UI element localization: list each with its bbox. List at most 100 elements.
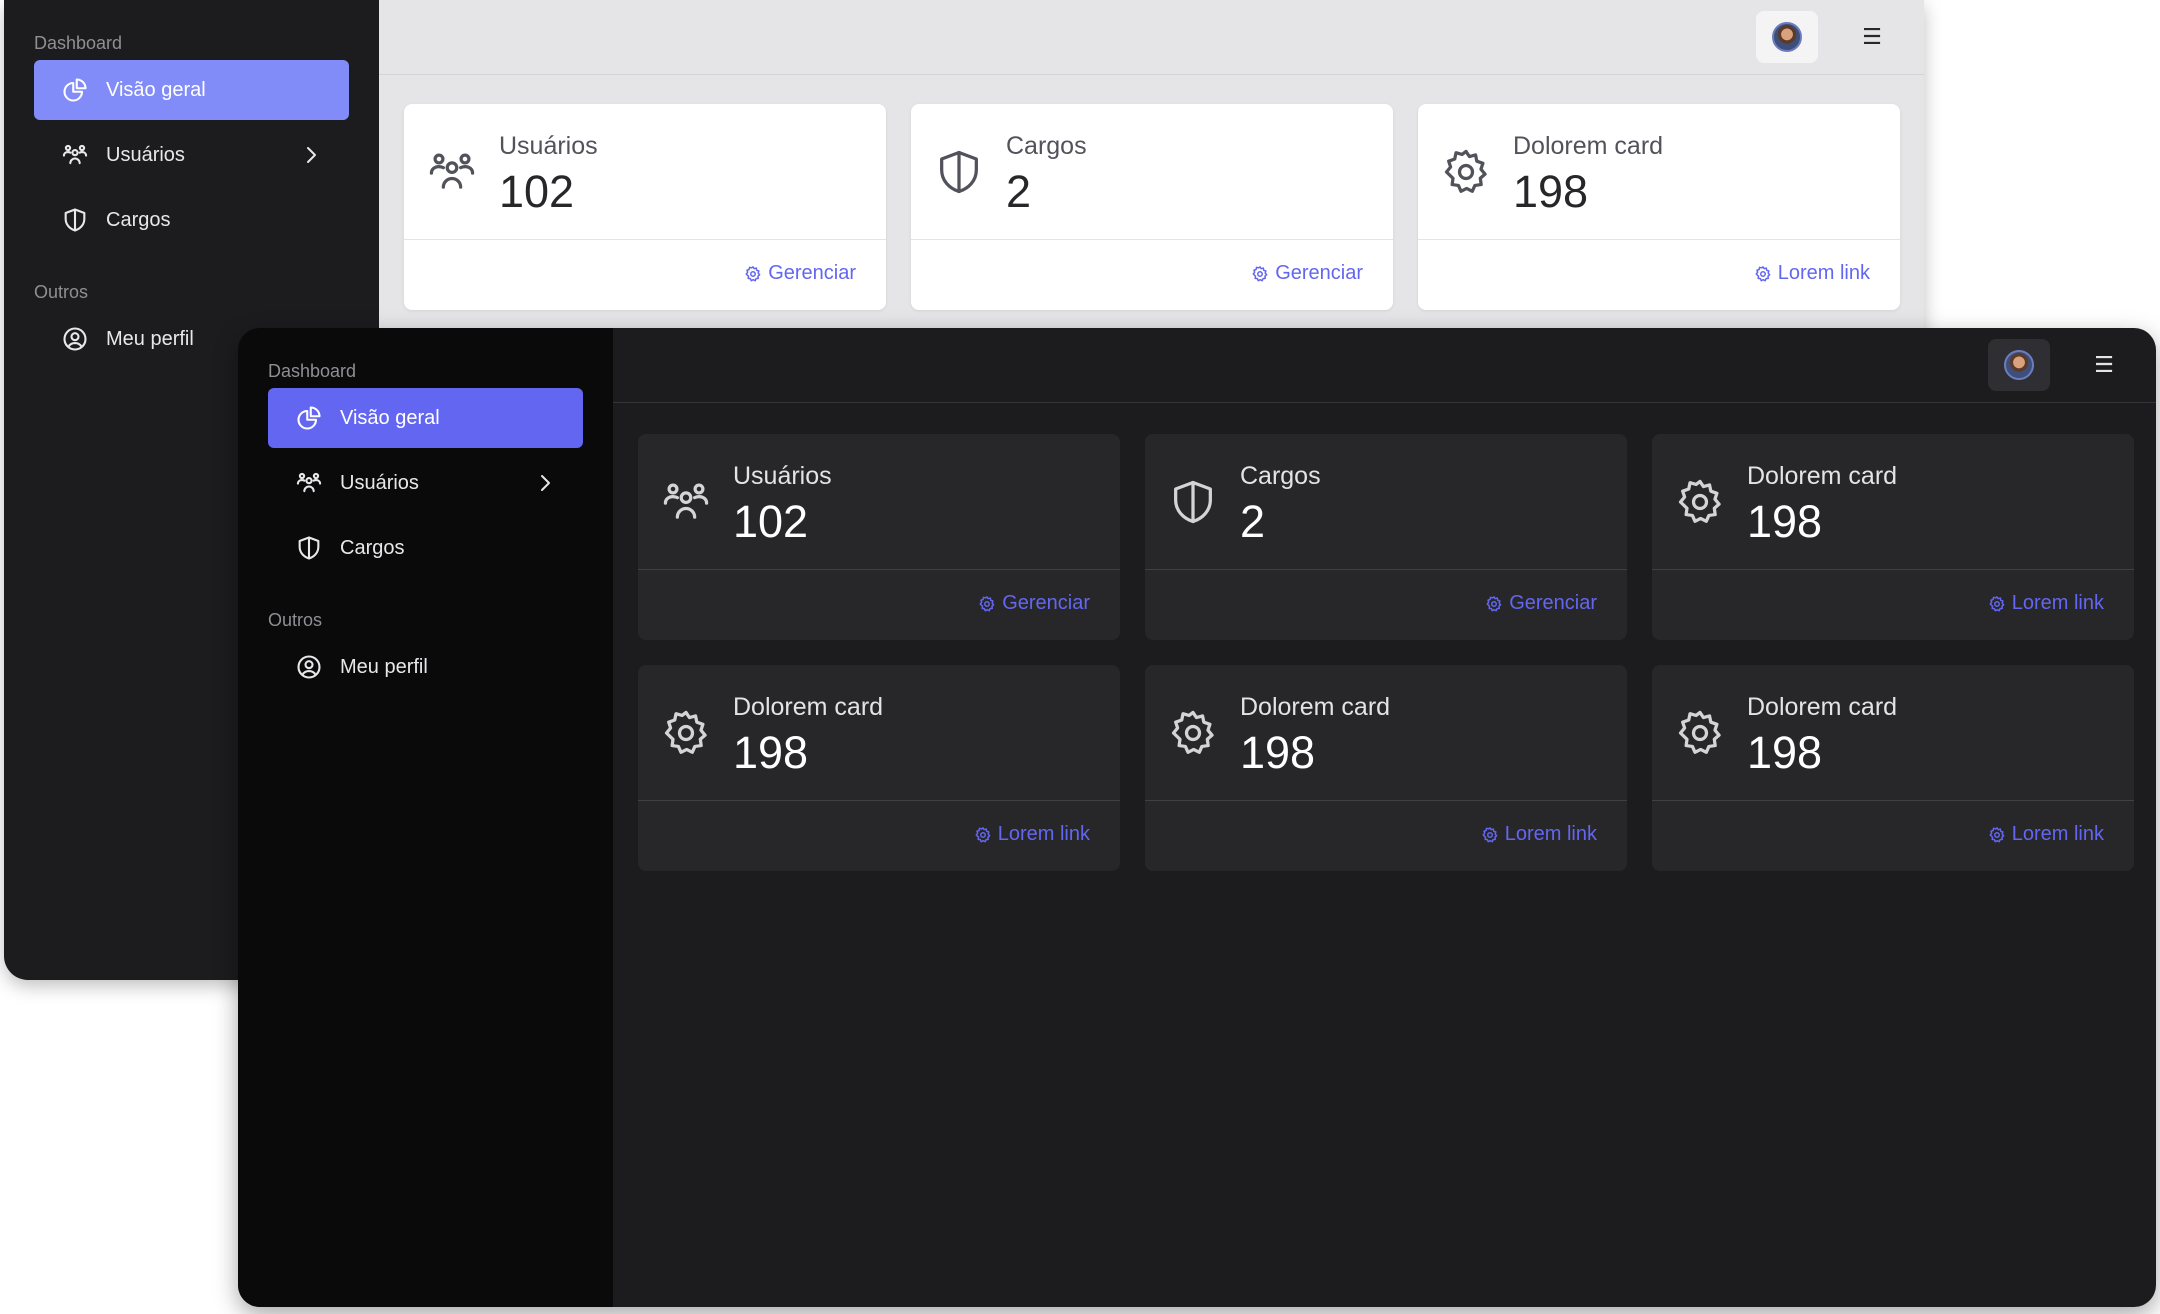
sidebar-item-label: Visão geral xyxy=(340,406,440,429)
shield-icon xyxy=(1167,476,1219,528)
cog-icon xyxy=(1486,595,1502,611)
card-value: 198 xyxy=(733,727,809,778)
card-value: 198 xyxy=(1513,166,1589,217)
sidebar-item-label: Meu perfil xyxy=(106,327,194,350)
users-icon xyxy=(294,468,324,498)
chart-pie-icon xyxy=(60,75,90,105)
card-link-label: Lorem link xyxy=(1504,823,1597,845)
users-icon xyxy=(660,476,712,528)
card-value: 198 xyxy=(1747,496,1823,547)
chevron-right-icon xyxy=(307,147,316,163)
cog-icon xyxy=(1167,707,1219,759)
sidebar-item-visao-geral[interactable]: Visão geral xyxy=(268,388,583,448)
card-link-label: Lorem link xyxy=(2011,592,2104,614)
stat-card-dolorem: Dolorem card 198 Lorem link xyxy=(1652,665,2134,871)
cog-icon xyxy=(975,826,991,842)
sidebar-item-cargos[interactable]: Cargos xyxy=(34,190,349,250)
card-link-label: Gerenciar xyxy=(1509,592,1597,614)
cog-icon xyxy=(979,595,995,611)
topbar: ☰ xyxy=(613,328,2156,403)
sidebar-section-others: Outros xyxy=(34,282,89,302)
stat-card-dolorem: Dolorem card 198 Lorem link xyxy=(1418,104,1900,310)
sidebar-item-label: Usuários xyxy=(340,471,419,494)
stat-card-usuarios: Usuários 102 Gerenciar xyxy=(638,434,1120,640)
card-link-label: Gerenciar xyxy=(1275,262,1363,284)
sidebar-section-others: Outros xyxy=(268,610,323,630)
sidebar-item-usuarios[interactable]: Usuários xyxy=(268,453,583,513)
card-title: Usuários xyxy=(733,462,832,490)
cog-icon xyxy=(1989,595,2005,611)
avatar xyxy=(2004,350,2034,380)
shield-icon xyxy=(60,205,90,235)
stat-card-cargos: Cargos 2 Gerenciar xyxy=(911,104,1393,310)
card-title: Cargos xyxy=(1006,132,1087,160)
card-value: 102 xyxy=(499,166,575,217)
sidebar-section-dashboard: Dashboard xyxy=(34,33,123,53)
card-link-gerenciar[interactable]: Gerenciar xyxy=(978,592,1090,615)
stat-card-cargos: Cargos 2 Gerenciar xyxy=(1145,434,1627,640)
cog-icon xyxy=(1755,265,1771,281)
users-icon xyxy=(60,140,90,170)
card-value: 102 xyxy=(733,496,809,547)
card-value: 198 xyxy=(1747,727,1823,778)
user-circle-icon xyxy=(294,652,324,682)
cog-icon xyxy=(1989,826,2005,842)
sidebar: Dashboard Visão geral Usuários Cargos Ou… xyxy=(238,328,613,1307)
card-link-label: Lorem link xyxy=(2011,823,2104,845)
card-link-lorem[interactable]: Lorem link xyxy=(1988,592,2104,615)
stat-card-usuarios: Usuários 102 Gerenciar xyxy=(404,104,886,310)
stat-card-dolorem: Dolorem card 198 Lorem link xyxy=(1145,665,1627,871)
card-link-label: Lorem link xyxy=(997,823,1090,845)
card-link-lorem[interactable]: Lorem link xyxy=(1481,823,1597,846)
shield-icon xyxy=(294,533,324,563)
sidebar-item-meu-perfil[interactable]: Meu perfil xyxy=(268,637,583,697)
avatar-button[interactable] xyxy=(1756,11,1818,63)
card-title: Dolorem card xyxy=(1513,132,1664,160)
shield-icon xyxy=(933,146,985,198)
card-value: 198 xyxy=(1240,727,1316,778)
card-link-label: Gerenciar xyxy=(768,262,856,284)
topbar: ☰ xyxy=(379,0,1924,75)
card-value: 2 xyxy=(1240,496,1266,547)
dark-theme-window: Dashboard Visão geral Usuários Cargos Ou… xyxy=(238,328,2156,1307)
avatar xyxy=(1772,22,1802,52)
cog-icon xyxy=(1252,265,1268,281)
card-title: Dolorem card xyxy=(1747,462,1898,490)
stat-card-dolorem: Dolorem card 198 Lorem link xyxy=(638,665,1120,871)
card-link-gerenciar[interactable]: Gerenciar xyxy=(744,262,856,285)
stat-card-dolorem: Dolorem card 198 Lorem link xyxy=(1652,434,2134,640)
menu-icon[interactable]: ☰ xyxy=(1860,24,1884,49)
card-link-lorem[interactable]: Lorem link xyxy=(974,823,1090,846)
card-link-gerenciar[interactable]: Gerenciar xyxy=(1485,592,1597,615)
sidebar-item-visao-geral[interactable]: Visão geral xyxy=(34,60,349,120)
cards-grid: Usuários 102 Gerenciar Cargos 2 Gerencia… xyxy=(404,104,1900,310)
card-title: Dolorem card xyxy=(1240,693,1391,721)
user-circle-icon xyxy=(60,324,90,354)
sidebar-section-dashboard: Dashboard xyxy=(268,361,357,381)
card-link-label: Gerenciar xyxy=(1002,592,1090,614)
cog-icon xyxy=(660,707,712,759)
cog-icon xyxy=(1674,707,1726,759)
sidebar-item-label: Usuários xyxy=(106,143,185,166)
sidebar-item-label: Cargos xyxy=(340,536,405,559)
card-title: Dolorem card xyxy=(733,693,884,721)
sidebar-item-usuarios[interactable]: Usuários xyxy=(34,125,349,185)
card-title: Dolorem card xyxy=(1747,693,1898,721)
card-link-lorem[interactable]: Lorem link xyxy=(1988,823,2104,846)
chevron-right-icon xyxy=(541,475,550,491)
cards-grid: Usuários 102 Gerenciar Cargos 2 Gerencia… xyxy=(638,434,2134,871)
cog-icon xyxy=(1482,826,1498,842)
card-value: 2 xyxy=(1006,166,1032,217)
cog-icon xyxy=(1674,476,1726,528)
menu-icon[interactable]: ☰ xyxy=(2092,352,2116,377)
card-link-gerenciar[interactable]: Gerenciar xyxy=(1251,262,1363,285)
sidebar-item-label: Cargos xyxy=(106,208,171,231)
sidebar-item-cargos[interactable]: Cargos xyxy=(268,518,583,578)
card-link-lorem[interactable]: Lorem link xyxy=(1754,262,1870,285)
card-title: Usuários xyxy=(499,132,598,160)
sidebar-item-label: Visão geral xyxy=(106,78,206,101)
sidebar-item-label: Meu perfil xyxy=(340,655,428,678)
card-title: Cargos xyxy=(1240,462,1321,490)
avatar-button[interactable] xyxy=(1988,339,2050,391)
chart-pie-icon xyxy=(294,403,324,433)
